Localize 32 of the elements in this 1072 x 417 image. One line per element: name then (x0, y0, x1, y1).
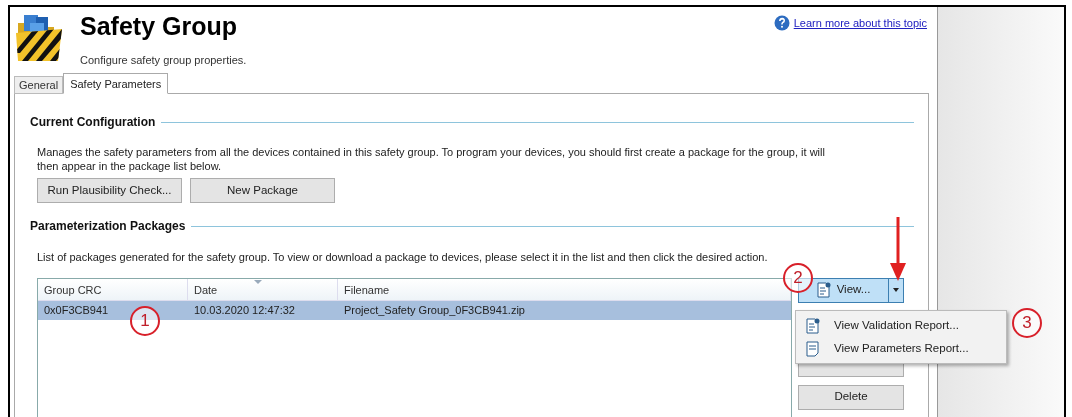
section-description: List of packages generated for the safety group. To view or download a package to devices, please select it in the list and then click the desired action. (36, 250, 769, 265)
button[interactable]: New Package (190, 178, 335, 203)
tab[interactable]: Safety Parameters (63, 73, 169, 94)
section-heading: Parameterization Packages (30, 218, 186, 235)
delete-button[interactable]: Delete (798, 384, 904, 410)
menu-item[interactable]: View Parameters Report... (796, 337, 1006, 360)
step-marker: 3 (1012, 308, 1042, 338)
button[interactable]: Run Plausibility Check... (37, 178, 182, 203)
column-header[interactable]: Filename (338, 278, 791, 300)
page-subtitle: Configure safety group properties. (80, 53, 247, 68)
report-icon (806, 317, 820, 334)
step-marker: 2 (783, 263, 813, 293)
column-header[interactable]: Group CRC (38, 278, 188, 300)
menu-item-label: View Validation Report... (834, 317, 959, 333)
sort-icon (254, 279, 262, 284)
button-label: View... (836, 282, 871, 298)
caret-icon (893, 288, 899, 292)
annotation-arrow (890, 217, 906, 281)
table-cell-text: 10.03.2020 12:47:32 (193, 302, 296, 318)
column-header[interactable]: Date (188, 278, 338, 300)
step-marker: 1 (130, 306, 160, 336)
tab[interactable]: General (14, 76, 64, 94)
menu-item[interactable]: View Validation Report... (796, 314, 1006, 337)
document-icon (806, 340, 820, 357)
report-icon (816, 282, 831, 298)
menu-item-label: View Parameters Report... (834, 340, 969, 356)
page-title: Safety Group (80, 11, 238, 41)
table-cell-text: Project_Safety Group_0F3CB941.zip (343, 302, 526, 318)
help-link[interactable]: Learn more about this topic (793, 15, 927, 32)
help-icon (773, 15, 790, 32)
section-heading: Current Configuration (30, 114, 156, 131)
section-description: Manages the safety parameters from all the devices contained in this safety group. To program your devices, you should first create a package for the group, it will then appear in the package list below. (36, 145, 826, 173)
